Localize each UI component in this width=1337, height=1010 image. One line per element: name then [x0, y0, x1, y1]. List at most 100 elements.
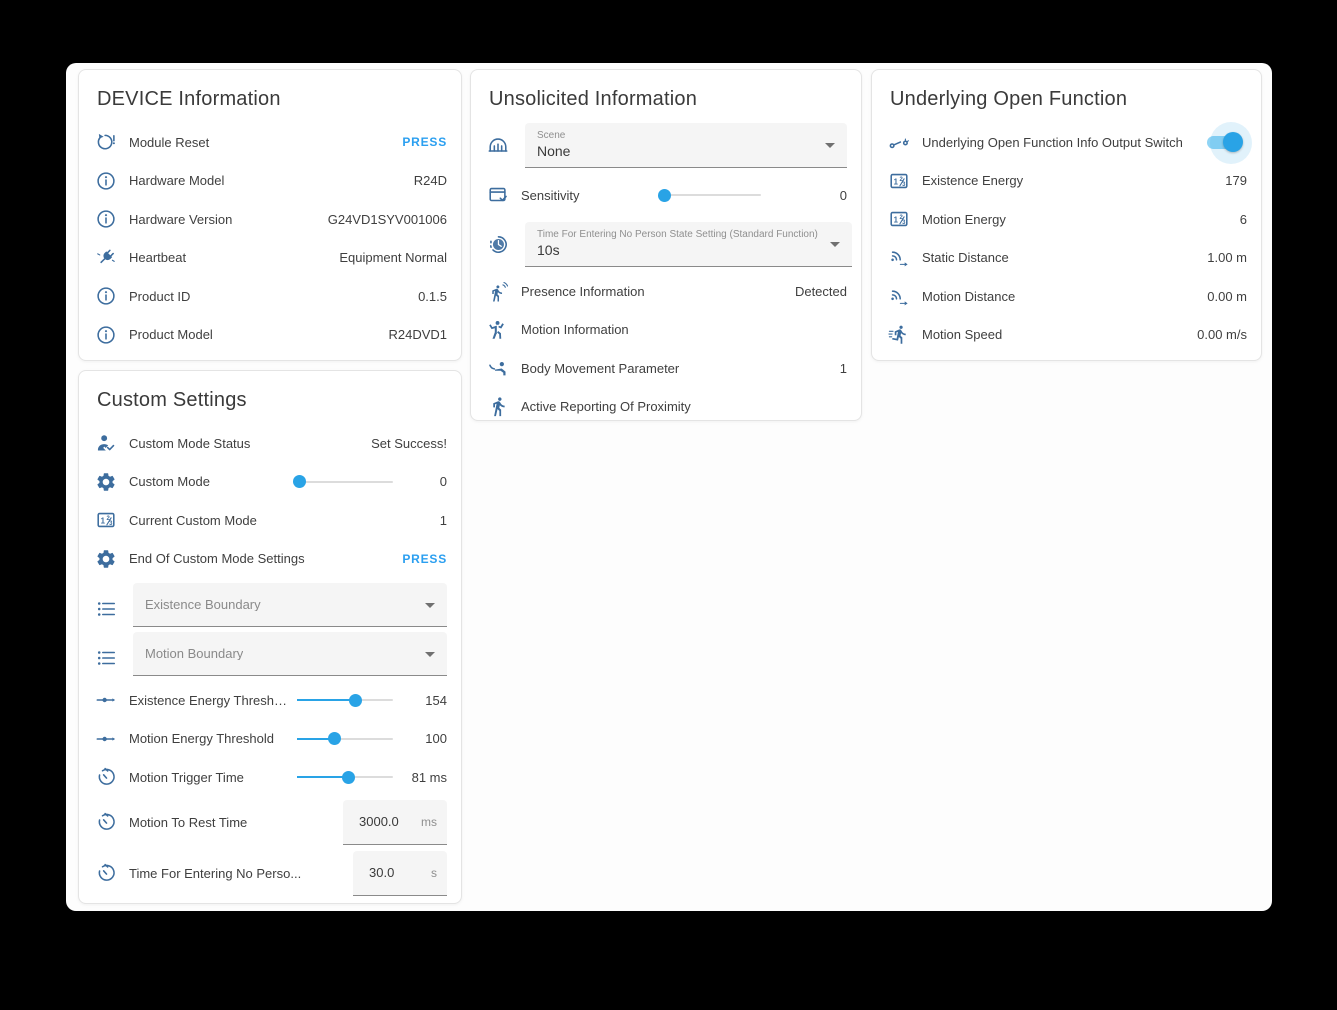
row-value: 0.00 m [1207, 289, 1247, 304]
slider-thumb[interactable] [342, 771, 355, 784]
list-icon [95, 597, 117, 621]
slider-fill [297, 699, 356, 701]
card-title: Custom Settings [97, 389, 447, 412]
sensitivity-check-icon [487, 183, 509, 207]
slider-fill [297, 776, 349, 778]
chevron-down-icon [425, 652, 435, 657]
end-custom-mode-press-button[interactable]: PRESS [402, 552, 447, 566]
row-label: Current Custom Mode [129, 513, 440, 528]
card-title: Unsolicited Information [489, 88, 847, 111]
motion-trigger-time-row: Motion Trigger Time 81 ms [95, 758, 447, 797]
timer-icon [95, 861, 117, 885]
row-value: 0.1.5 [418, 289, 447, 304]
existence-energy-threshold-row: Existence Energy Threshold 154 [95, 681, 447, 720]
underlying-open-function-card: Underlying Open Function Underlying Open… [871, 69, 1262, 361]
row-value: Equipment Normal [339, 250, 447, 265]
table-row: Motion Information [487, 311, 847, 350]
row-label: Heartbeat [129, 250, 339, 265]
threshold-icon [95, 727, 117, 751]
row-value: 1 [840, 361, 847, 376]
time-setting-row: Time For Entering No Person State Settin… [487, 222, 847, 267]
timer-icon [95, 765, 117, 789]
table-row: Hardware Version G24VD1SYV001006 [95, 200, 447, 239]
existence-boundary-select[interactable]: Existence Boundary [133, 583, 447, 627]
row-label: Body Movement Parameter [521, 361, 840, 376]
switch-row: Underlying Open Function Info Output Swi… [888, 123, 1247, 162]
number-pin-icon: 123 [888, 207, 910, 231]
row-value: G24VD1SYV001006 [328, 212, 447, 227]
scene-row: Scene None [487, 123, 847, 168]
gear-icon [95, 470, 117, 494]
row-value: Set Success! [371, 436, 447, 451]
input-value: 30.0 [369, 865, 394, 880]
row-label: Motion To Rest Time [129, 815, 343, 830]
info-icon [95, 207, 117, 231]
custom-mode-row: Custom Mode 0 [95, 463, 447, 502]
end-custom-mode-row: End Of Custom Mode Settings PRESS [95, 540, 447, 579]
card-title: Underlying Open Function [890, 88, 1247, 111]
row-label: Existence Energy [922, 173, 1225, 188]
row-label: Module Reset [129, 135, 402, 150]
heartbeat-plug-icon [95, 246, 117, 270]
motion-energy-threshold-row: Motion Energy Threshold 100 [95, 720, 447, 759]
time-entering-no-person-input[interactable]: 30.0 s [353, 851, 447, 896]
no-person-time-select[interactable]: Time For Entering No Person State Settin… [525, 222, 852, 267]
row-value: 1 [440, 513, 447, 528]
select-label: Time For Entering No Person State Settin… [537, 228, 818, 241]
select-value: None [537, 142, 813, 160]
row-label: Presence Information [521, 284, 795, 299]
table-row: Motion Speed 0.00 m/s [888, 316, 1247, 355]
input-value: 3000.0 [359, 814, 399, 829]
custom-mode-status-row: Custom Mode Status Set Success! [95, 424, 447, 463]
motion-to-rest-time-row: Motion To Rest Time 3000.0 ms [95, 797, 447, 848]
timer-icon [95, 810, 117, 834]
info-icon [95, 284, 117, 308]
row-label: Static Distance [922, 250, 1207, 265]
row-value: 154 [401, 693, 447, 708]
module-reset-press-button[interactable]: PRESS [402, 135, 447, 149]
card-title: DEVICE Information [97, 88, 447, 111]
motion-boundary-select[interactable]: Motion Boundary [133, 632, 447, 676]
motion-energy-threshold-slider[interactable] [297, 738, 393, 740]
unsolicited-information-card: Unsolicited Information Scene None Sensi… [470, 69, 862, 421]
content-panel: DEVICE Information Module Reset PRESS Ha… [66, 63, 1272, 911]
scene-select[interactable]: Scene None [525, 123, 847, 168]
row-label: Custom Mode [129, 474, 289, 489]
motion-trigger-time-slider[interactable] [297, 776, 393, 778]
current-custom-mode-row: 123 Current Custom Mode 1 [95, 501, 447, 540]
row-value: 179 [1225, 173, 1247, 188]
row-value: 0 [801, 188, 847, 203]
slider-thumb[interactable] [658, 189, 671, 202]
row-label: Product Model [129, 327, 388, 342]
running-speed-icon [888, 323, 910, 347]
table-row: 123 Motion Energy 6 [888, 200, 1247, 239]
info-icon [95, 169, 117, 193]
select-label: Scene [537, 129, 813, 142]
table-row: Static Distance 1.00 m [888, 239, 1247, 278]
row-value: R24D [414, 173, 447, 188]
signal-distance-icon [888, 246, 910, 270]
slider-thumb[interactable] [328, 732, 341, 745]
slider-thumb[interactable] [293, 475, 306, 488]
info-output-toggle[interactable] [1207, 136, 1239, 149]
custom-settings-card: Custom Settings Custom Mode Status Set S… [78, 370, 462, 904]
existence-energy-threshold-slider[interactable] [297, 699, 393, 701]
row-label: End Of Custom Mode Settings [129, 551, 402, 566]
row-label: Motion Energy [922, 212, 1240, 227]
signal-distance-icon [888, 284, 910, 308]
row-value: 6 [1240, 212, 1247, 227]
table-row: Presence Information Detected [487, 272, 847, 311]
table-row: Hardware Model R24D [95, 162, 447, 201]
sensitivity-slider[interactable] [661, 194, 761, 196]
threshold-icon [95, 688, 117, 712]
custom-mode-slider[interactable] [297, 481, 393, 483]
row-value: 0 [401, 474, 447, 489]
motion-to-rest-time-input[interactable]: 3000.0 ms [343, 800, 447, 845]
list-icon [95, 646, 117, 670]
slider-thumb[interactable] [349, 694, 362, 707]
existence-boundary-row: Existence Boundary [95, 583, 447, 627]
table-row: Active Reporting Of Proximity [487, 388, 847, 422]
clock-dashed-icon [487, 232, 509, 256]
row-label: Motion Trigger Time [129, 770, 289, 785]
motion-person-icon [487, 318, 509, 342]
